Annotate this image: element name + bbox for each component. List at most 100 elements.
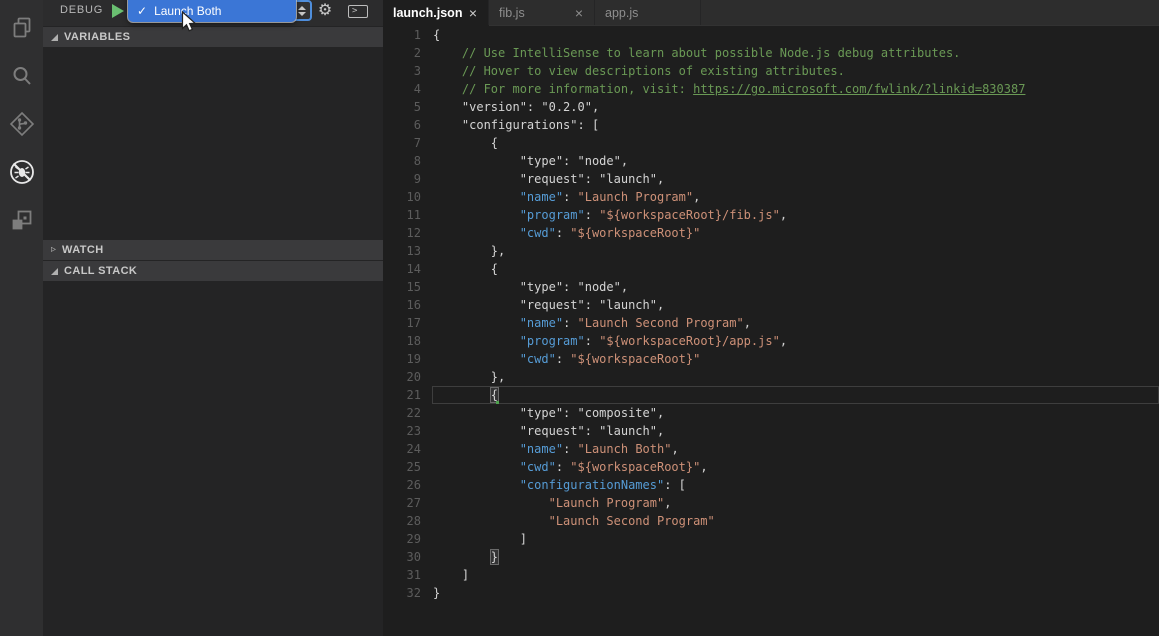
code-line[interactable]: 31 ] — [383, 566, 1159, 584]
checkmark-icon: ✓ — [137, 4, 147, 18]
line-number: 11 — [383, 206, 421, 224]
vscode-window: DEBUG ✓ Launch Both ⚙ > VARIABLES — [0, 0, 1159, 636]
section-label: CALL STACK — [64, 265, 137, 277]
code-line[interactable]: 26 "configurationNames": [ — [383, 476, 1159, 494]
call-stack-panel — [43, 281, 383, 636]
code-line-text: { — [433, 260, 1159, 278]
link[interactable]: https://go.microsoft.com/fwlink/?linkid=… — [693, 82, 1025, 96]
launch-configuration-dropdown-menu[interactable]: ✓ Launch Both — [128, 0, 296, 22]
extensions-icon — [9, 207, 35, 233]
select-stepper-icon — [295, 3, 308, 18]
code-line[interactable]: 7 { — [383, 134, 1159, 152]
code-line[interactable]: 21 { — [383, 386, 1159, 404]
code-line[interactable]: 13 }, — [383, 242, 1159, 260]
code-line[interactable]: 12 "cwd": "${workspaceRoot}" — [383, 224, 1159, 242]
line-number: 25 — [383, 458, 421, 476]
tab-fib.js[interactable]: fib.js× — [489, 0, 595, 25]
code-line[interactable]: 3 // Hover to view descriptions of exist… — [383, 62, 1159, 80]
close-icon[interactable]: × — [574, 6, 584, 20]
line-number: 32 — [383, 584, 421, 602]
line-number: 15 — [383, 278, 421, 296]
code-line[interactable]: 11 "program": "${workspaceRoot}/fib.js", — [383, 206, 1159, 224]
code-line-text: "Launch Program", — [433, 494, 1159, 512]
code-line[interactable]: 10 "name": "Launch Program", — [383, 188, 1159, 206]
close-icon[interactable]: × — [468, 6, 478, 20]
configure-gear-button gear-icon[interactable]: ⚙ — [315, 1, 335, 21]
code-line-text: } — [433, 548, 1159, 566]
code-line[interactable]: 16 "request": "launch", — [383, 296, 1159, 314]
code-line[interactable]: 2 // Use IntelliSense to learn about pos… — [383, 44, 1159, 62]
code-line[interactable]: 15 "type": "node", — [383, 278, 1159, 296]
line-number: 28 — [383, 512, 421, 530]
section-header-call-stack[interactable]: CALL STACK — [43, 260, 383, 281]
code-line[interactable]: 32} — [383, 584, 1159, 602]
code-line[interactable]: 14 { — [383, 260, 1159, 278]
sidebar-item-explorer[interactable] — [0, 4, 43, 52]
code-line[interactable]: 5 "version": "0.2.0", — [383, 98, 1159, 116]
line-number: 19 — [383, 350, 421, 368]
start-debug-button play-icon[interactable] — [112, 4, 124, 18]
section-header-watch[interactable]: ▹ WATCH — [43, 239, 383, 260]
section-header-variables[interactable]: VARIABLES — [43, 26, 383, 47]
line-number: 20 — [383, 368, 421, 386]
code-line[interactable]: 30 } — [383, 548, 1159, 566]
sidebar-item-search[interactable] — [0, 52, 43, 100]
chevron-expanded-icon — [51, 34, 58, 41]
sidebar-item-source-control[interactable] — [0, 100, 43, 148]
code-line[interactable]: 19 "cwd": "${workspaceRoot}" — [383, 350, 1159, 368]
sidebar-item-extensions[interactable] — [0, 196, 43, 244]
line-number: 29 — [383, 530, 421, 548]
code-line-text: "cwd": "${workspaceRoot}" — [433, 224, 1159, 242]
code-line-text: } — [433, 584, 1159, 602]
code-line[interactable]: 20 }, — [383, 368, 1159, 386]
code-line[interactable]: 22 "type": "composite", — [383, 404, 1159, 422]
open-debug-console-button console-icon[interactable]: > — [348, 5, 368, 18]
line-number: 18 — [383, 332, 421, 350]
matched-bracket: { — [491, 388, 498, 402]
chevron-collapsed-icon: ▹ — [51, 245, 56, 255]
code-line[interactable]: 4 // For more information, visit: https:… — [383, 80, 1159, 98]
code-line-text: }, — [433, 368, 1159, 386]
tab-label: launch.json — [393, 6, 468, 20]
line-number: 31 — [383, 566, 421, 584]
code-line-text: "request": "launch", — [433, 296, 1159, 314]
line-number: 14 — [383, 260, 421, 278]
line-number: 2 — [383, 44, 421, 62]
code-line[interactable]: 1{ — [383, 26, 1159, 44]
tab-launch.json[interactable]: launch.json× — [383, 0, 489, 25]
code-line[interactable]: 27 "Launch Program", — [383, 494, 1159, 512]
editor-group: launch.json×fib.js×app.js 1{2 // Use Int… — [383, 0, 1159, 636]
code-line-text: "program": "${workspaceRoot}/fib.js", — [433, 206, 1159, 224]
chevron-expanded-icon — [51, 268, 58, 275]
git-branch-icon — [9, 111, 35, 137]
line-number: 12 — [383, 224, 421, 242]
code-line[interactable]: 18 "program": "${workspaceRoot}/app.js", — [383, 332, 1159, 350]
line-number: 16 — [383, 296, 421, 314]
sidebar-item-debug[interactable] — [0, 148, 43, 196]
code-line-text: "type": "composite", — [433, 404, 1159, 422]
activity-bar — [0, 0, 43, 636]
line-number: 1 — [383, 26, 421, 44]
code-line[interactable]: 24 "name": "Launch Both", — [383, 440, 1159, 458]
code-line[interactable]: 28 "Launch Second Program" — [383, 512, 1159, 530]
code-line[interactable]: 6 "configurations": [ — [383, 116, 1159, 134]
code-line-text: "version": "0.2.0", — [433, 98, 1159, 116]
code-line-text: "type": "node", — [433, 278, 1159, 296]
code-line[interactable]: 9 "request": "launch", — [383, 170, 1159, 188]
code-line-text: "configurationNames": [ — [433, 476, 1159, 494]
line-number: 6 — [383, 116, 421, 134]
code-line-text: // Use IntelliSense to learn about possi… — [433, 44, 1159, 62]
code-line[interactable]: 29 ] — [383, 530, 1159, 548]
code-line-text: "Launch Second Program" — [433, 512, 1159, 530]
code-line[interactable]: 25 "cwd": "${workspaceRoot}", — [383, 458, 1159, 476]
tab-app.js[interactable]: app.js — [595, 0, 701, 25]
code-area[interactable]: 1{2 // Use IntelliSense to learn about p… — [383, 26, 1159, 636]
code-line-text: }, — [433, 242, 1159, 260]
code-line[interactable]: 8 "type": "node", — [383, 152, 1159, 170]
tab-bar: launch.json×fib.js×app.js — [383, 0, 1159, 26]
code-line[interactable]: 17 "name": "Launch Second Program", — [383, 314, 1159, 332]
debug-no-bug-icon — [8, 158, 36, 186]
section-label: WATCH — [62, 244, 104, 256]
code-line[interactable]: 23 "request": "launch", — [383, 422, 1159, 440]
code-line-text: "configurations": [ — [433, 116, 1159, 134]
